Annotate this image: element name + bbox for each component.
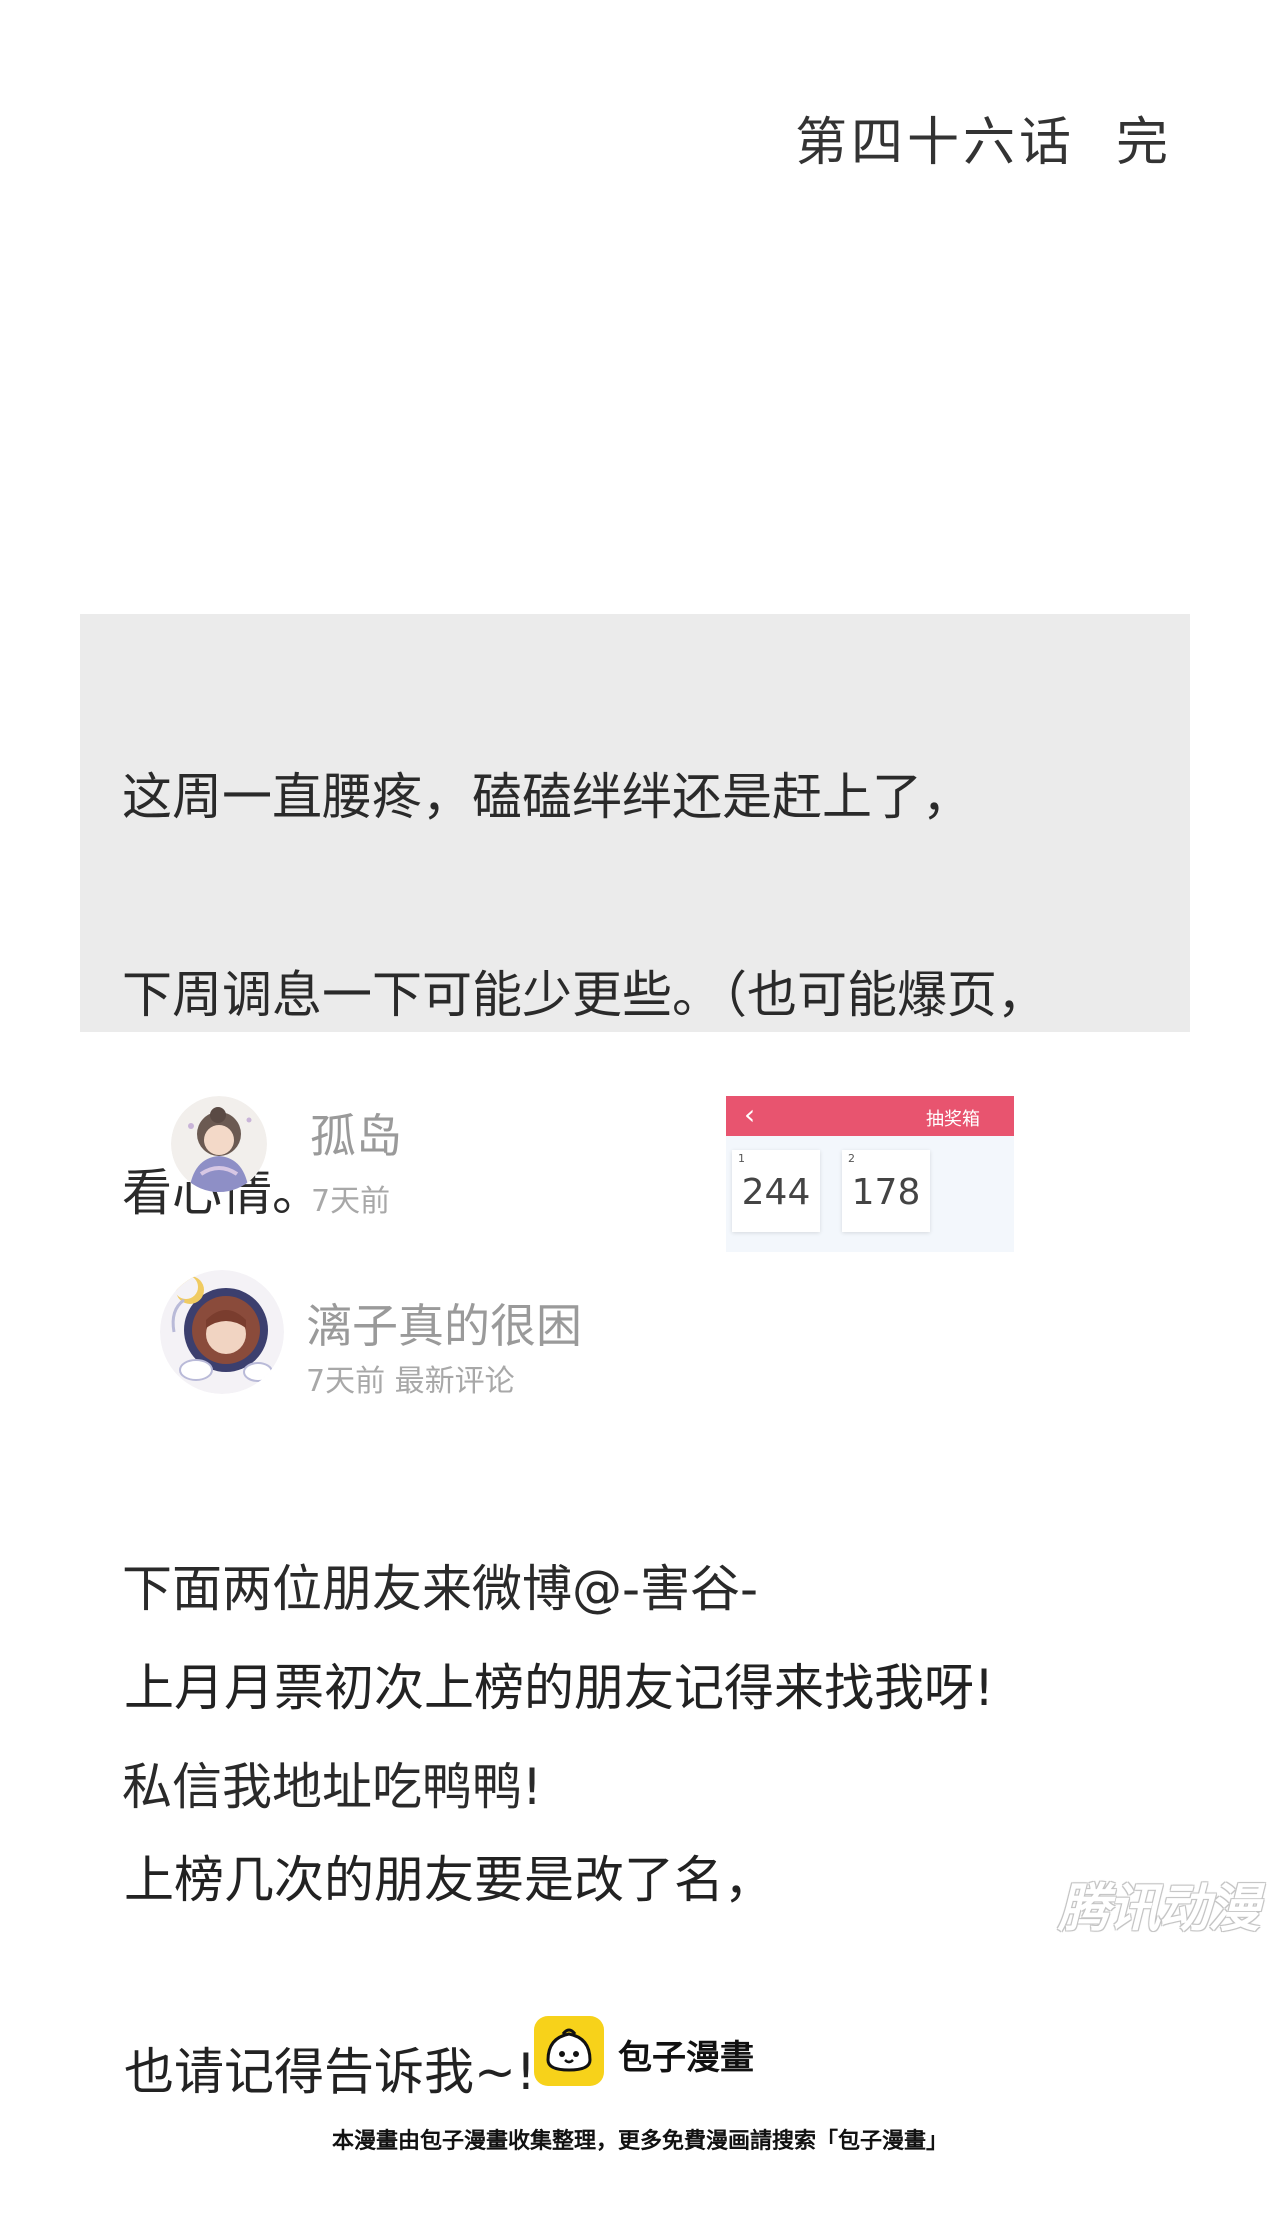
bun-face-logo [534, 2016, 604, 2086]
chevron-left-icon: ‹ [744, 1098, 756, 1131]
winner-meta: 7天前 [311, 1184, 391, 1219]
lottery-card-index: 1 [738, 1152, 745, 1165]
winner-name: 漓子真的很困 [306, 1299, 582, 1353]
lottery-card: 1 244 [732, 1150, 820, 1232]
note-line: 这周一直腰疼，磕磕绊绊还是赶上了， [122, 768, 972, 826]
lottery-card-index: 2 [848, 1152, 855, 1165]
chapter-end-title: 第四十六话 完 [794, 113, 1172, 173]
lottery-card-number: 178 [851, 1172, 921, 1213]
winner-name: 孤岛 [310, 1109, 402, 1163]
lottery-card-number: 244 [741, 1172, 811, 1213]
lottery-card: 2 178 [842, 1150, 930, 1232]
brand-name: 包子漫畫 [618, 2038, 754, 2078]
lottery-box-panel: ‹ 抽奖箱 1 244 2 178 [726, 1096, 1014, 1252]
footer-note: 本漫畫由包子漫畫收集整理，更多免費漫画請搜索「包子漫畫」 [331, 2129, 948, 2154]
avatar [160, 1270, 284, 1394]
author-note-box: 这周一直腰疼，磕磕绊绊还是赶上了， 下周调息一下可能少更些。（也可能爆页， 看心… [80, 614, 1190, 1816]
lottery-title: 抽奖箱 [926, 1109, 980, 1130]
watermark: 腾讯动漫 [1057, 1879, 1260, 1939]
closing-line: 上榜几次的朋友要是改了名， [124, 1851, 774, 1909]
avatar [171, 1096, 267, 1192]
winner-meta: 7天前 最新评论 [306, 1364, 515, 1399]
closing-line: 上月月票初次上榜的朋友记得来找我呀! [124, 1659, 995, 1717]
lottery-header-bar: ‹ 抽奖箱 [726, 1096, 1014, 1136]
note-line: 下周调息一下可能少更些。（也可能爆页， [122, 966, 1047, 1024]
